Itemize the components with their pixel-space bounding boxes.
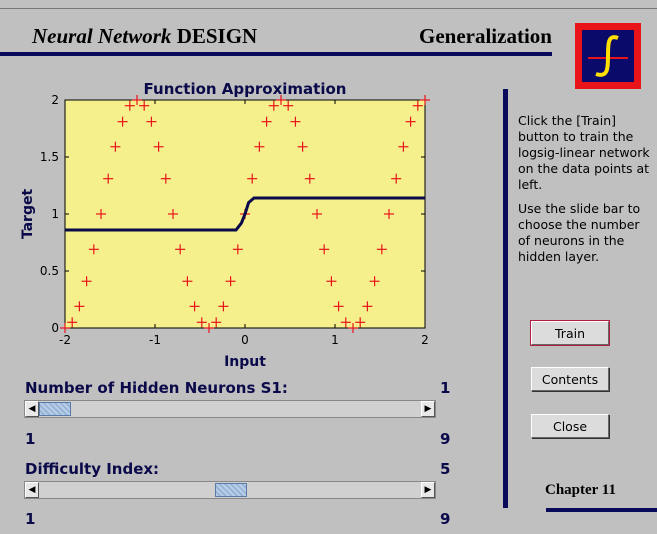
y-tick-label: 1.5 — [40, 150, 59, 164]
brand-italic: Neural Network — [32, 24, 172, 48]
y-axis-label: Target — [20, 189, 36, 240]
header-rule — [0, 52, 552, 56]
neurons-slider-left-arrow-icon[interactable]: ◀ — [25, 401, 39, 417]
instructions-train: Click the [Train] button to train the lo… — [518, 113, 650, 192]
neurons-slider-thumb[interactable] — [39, 402, 71, 416]
page-title: Generalization — [419, 24, 552, 48]
instructions-slider: Use the slide bar to choose the number o… — [518, 201, 641, 264]
difficulty-slider-right-arrow-icon[interactable]: ▶ — [421, 482, 435, 498]
difficulty-label: Difficulty Index: — [25, 460, 160, 478]
neurons-slider[interactable]: ◀ ▶ — [24, 400, 436, 418]
top-border — [0, 8, 657, 9]
x-tick-label: -2 — [59, 333, 71, 347]
brand-title: Neural Network DESIGN — [32, 24, 257, 49]
integral-logo-icon — [588, 35, 628, 77]
x-tick-label: 2 — [421, 333, 429, 347]
x-tick-label: 0 — [241, 333, 249, 347]
difficulty-slider-left-arrow-icon[interactable]: ◀ — [25, 482, 39, 498]
y-tick-label: 1 — [51, 207, 59, 221]
train-button[interactable]: Train — [530, 320, 610, 346]
neurons-label: Number of Hidden Neurons S1: — [25, 379, 288, 397]
neurons-slider-right-arrow-icon[interactable]: ▶ — [421, 401, 435, 417]
difficulty-max: 9 — [440, 510, 451, 528]
function-approximation-chart: Function Approximation -2 -1 0 1 200.511.52 … — [20, 80, 430, 370]
difficulty-min: 1 — [25, 510, 36, 528]
logo-inner — [582, 30, 634, 82]
panel-divider — [503, 89, 508, 508]
chart-title: Function Approximation — [144, 80, 347, 98]
logo — [575, 23, 641, 89]
y-tick-label: 2 — [51, 93, 59, 107]
chapter-label: Chapter 11 — [545, 482, 616, 498]
contents-button[interactable]: Contents — [531, 367, 609, 391]
neurons-value: 1 — [440, 379, 451, 397]
y-tick-label: 0 — [51, 321, 59, 335]
x-tick-label: -1 — [149, 333, 161, 347]
brand-bold: DESIGN — [176, 24, 258, 48]
close-button[interactable]: Close — [531, 414, 609, 438]
x-axis-label: Input — [224, 354, 266, 370]
footer-rule — [546, 508, 657, 512]
x-tick-label: 1 — [331, 333, 339, 347]
difficulty-value: 5 — [440, 460, 451, 478]
instructions: Click the [Train] button to train the lo… — [518, 113, 650, 273]
y-tick-label: 0.5 — [40, 264, 59, 278]
neurons-min: 1 — [25, 430, 36, 448]
difficulty-slider[interactable]: ◀ ▶ — [24, 481, 436, 499]
neurons-max: 9 — [440, 430, 451, 448]
difficulty-slider-thumb[interactable] — [215, 483, 247, 497]
